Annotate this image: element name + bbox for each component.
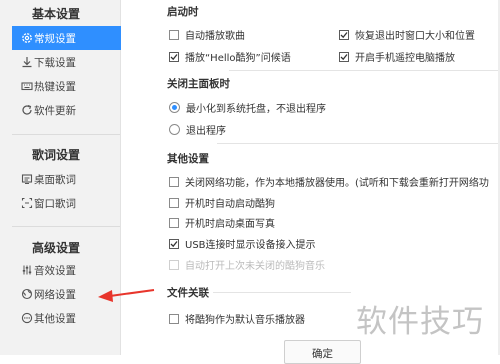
watermark-text: 软件技巧 <box>356 304 484 340</box>
